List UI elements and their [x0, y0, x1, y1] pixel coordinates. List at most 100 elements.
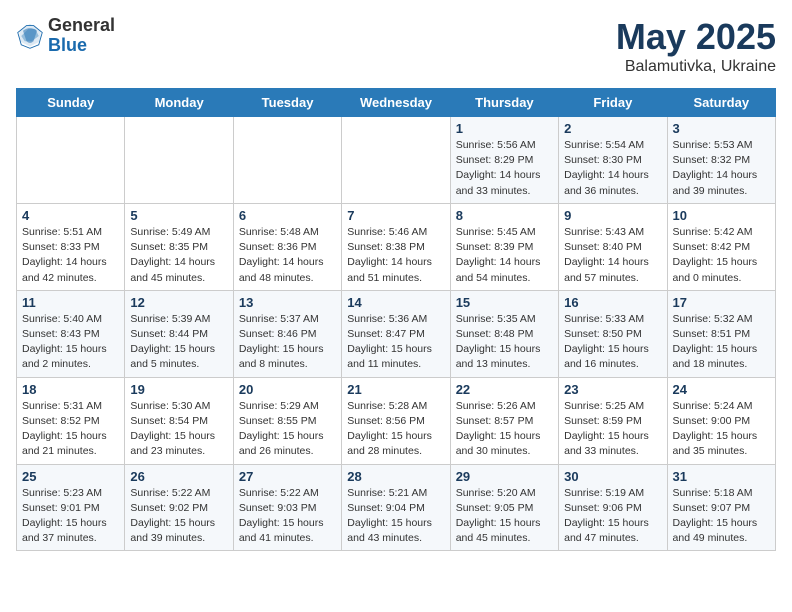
day-number: 10 — [673, 208, 770, 223]
cell-info: Sunrise: 5:23 AM Sunset: 9:01 PM Dayligh… — [22, 486, 119, 547]
day-number: 23 — [564, 382, 661, 397]
calendar-cell: 20 Sunrise: 5:29 AM Sunset: 8:55 PM Dayli… — [233, 377, 341, 464]
day-header-thursday: Thursday — [450, 89, 558, 117]
calendar-cell: 3Sunrise: 5:53 AM Sunset: 8:32 PM Daylig… — [667, 117, 775, 204]
cell-info: Sunrise: 5:20 AM Sunset: 9:05 PM Dayligh… — [456, 486, 553, 547]
month-year-title: May 2025 — [616, 16, 776, 58]
day-number: 21 — [347, 382, 444, 397]
calendar-cell: 24Sunrise: 5:24 AM Sunset: 9:00 PM Dayli… — [667, 377, 775, 464]
calendar-cell: 4 Sunrise: 5:51 AM Sunset: 8:33 PM Daylig… — [17, 203, 125, 290]
calendar-cell: 6 Sunrise: 5:48 AM Sunset: 8:36 PM Daylig… — [233, 203, 341, 290]
header-row: SundayMondayTuesdayWednesdayThursdayFrid… — [17, 89, 776, 117]
calendar-header: SundayMondayTuesdayWednesdayThursdayFrid… — [17, 89, 776, 117]
week-row-4: 18 Sunrise: 5:31 AM Sunset: 8:52 PM Dayli… — [17, 377, 776, 464]
week-row-1: 1Sunrise: 5:56 AM Sunset: 8:29 PM Daylig… — [17, 117, 776, 204]
cell-info: Sunrise: 5:31 AM Sunset: 8:52 PM Dayligh… — [22, 399, 119, 460]
day-header-friday: Friday — [559, 89, 667, 117]
day-number: 5 — [130, 208, 227, 223]
cell-info: Sunrise: 5:56 AM Sunset: 8:29 PM Dayligh… — [456, 138, 553, 199]
day-number: 18 — [22, 382, 119, 397]
page-header: General Blue May 2025 Balamutivka, Ukrai… — [16, 16, 776, 76]
cell-info: Sunrise: 5:37 AM Sunset: 8:46 PM Dayligh… — [239, 312, 336, 373]
calendar-cell: 17 Sunrise: 5:32 AM Sunset: 8:51 PM Dayli… — [667, 290, 775, 377]
cell-info: Sunrise: 5:45 AM Sunset: 8:39 PM Dayligh… — [456, 225, 553, 286]
calendar-cell — [17, 117, 125, 204]
cell-info: Sunrise: 5:48 AM Sunset: 8:36 PM Dayligh… — [239, 225, 336, 286]
title-block: May 2025 Balamutivka, Ukraine — [616, 16, 776, 76]
day-header-monday: Monday — [125, 89, 233, 117]
day-number: 2 — [564, 121, 661, 136]
cell-info: Sunrise: 5:49 AM Sunset: 8:35 PM Dayligh… — [130, 225, 227, 286]
day-number: 4 — [22, 208, 119, 223]
cell-info: Sunrise: 5:22 AM Sunset: 9:03 PM Dayligh… — [239, 486, 336, 547]
logo-icon — [16, 22, 44, 50]
cell-info: Sunrise: 5:36 AM Sunset: 8:47 PM Dayligh… — [347, 312, 444, 373]
cell-info: Sunrise: 5:33 AM Sunset: 8:50 PM Dayligh… — [564, 312, 661, 373]
day-header-wednesday: Wednesday — [342, 89, 450, 117]
calendar-cell: 22 Sunrise: 5:26 AM Sunset: 8:57 PM Dayli… — [450, 377, 558, 464]
calendar-cell — [342, 117, 450, 204]
calendar-cell: 30Sunrise: 5:19 AM Sunset: 9:06 PM Dayli… — [559, 464, 667, 551]
day-number: 29 — [456, 469, 553, 484]
day-number: 15 — [456, 295, 553, 310]
cell-info: Sunrise: 5:25 AM Sunset: 8:59 PM Dayligh… — [564, 399, 661, 460]
day-number: 16 — [564, 295, 661, 310]
day-header-saturday: Saturday — [667, 89, 775, 117]
day-number: 8 — [456, 208, 553, 223]
cell-info: Sunrise: 5:18 AM Sunset: 9:07 PM Dayligh… — [673, 486, 770, 547]
calendar-table: SundayMondayTuesdayWednesdayThursdayFrid… — [16, 88, 776, 551]
cell-info: Sunrise: 5:53 AM Sunset: 8:32 PM Dayligh… — [673, 138, 770, 199]
cell-info: Sunrise: 5:29 AM Sunset: 8:55 PM Dayligh… — [239, 399, 336, 460]
day-number: 25 — [22, 469, 119, 484]
cell-info: Sunrise: 5:42 AM Sunset: 8:42 PM Dayligh… — [673, 225, 770, 286]
cell-info: Sunrise: 5:39 AM Sunset: 8:44 PM Dayligh… — [130, 312, 227, 373]
calendar-cell: 28 Sunrise: 5:21 AM Sunset: 9:04 PM Dayli… — [342, 464, 450, 551]
day-number: 6 — [239, 208, 336, 223]
day-number: 20 — [239, 382, 336, 397]
week-row-3: 11Sunrise: 5:40 AM Sunset: 8:43 PM Dayli… — [17, 290, 776, 377]
calendar-cell — [233, 117, 341, 204]
day-number: 28 — [347, 469, 444, 484]
calendar-cell: 2 Sunrise: 5:54 AM Sunset: 8:30 PM Daylig… — [559, 117, 667, 204]
day-header-tuesday: Tuesday — [233, 89, 341, 117]
day-number: 7 — [347, 208, 444, 223]
calendar-cell: 29 Sunrise: 5:20 AM Sunset: 9:05 PM Dayli… — [450, 464, 558, 551]
logo: General Blue — [16, 16, 115, 56]
day-number: 31 — [673, 469, 770, 484]
cell-info: Sunrise: 5:26 AM Sunset: 8:57 PM Dayligh… — [456, 399, 553, 460]
calendar-cell: 15Sunrise: 5:35 AM Sunset: 8:48 PM Dayli… — [450, 290, 558, 377]
calendar-cell: 27Sunrise: 5:22 AM Sunset: 9:03 PM Dayli… — [233, 464, 341, 551]
day-number: 22 — [456, 382, 553, 397]
cell-info: Sunrise: 5:30 AM Sunset: 8:54 PM Dayligh… — [130, 399, 227, 460]
day-number: 14 — [347, 295, 444, 310]
calendar-cell: 10 Sunrise: 5:42 AM Sunset: 8:42 PM Dayli… — [667, 203, 775, 290]
cell-info: Sunrise: 5:51 AM Sunset: 8:33 PM Dayligh… — [22, 225, 119, 286]
day-number: 12 — [130, 295, 227, 310]
calendar-cell: 12 Sunrise: 5:39 AM Sunset: 8:44 PM Dayli… — [125, 290, 233, 377]
cell-info: Sunrise: 5:54 AM Sunset: 8:30 PM Dayligh… — [564, 138, 661, 199]
location-subtitle: Balamutivka, Ukraine — [616, 58, 776, 76]
week-row-2: 4 Sunrise: 5:51 AM Sunset: 8:33 PM Daylig… — [17, 203, 776, 290]
day-number: 9 — [564, 208, 661, 223]
calendar-cell: 7Sunrise: 5:46 AM Sunset: 8:38 PM Daylig… — [342, 203, 450, 290]
calendar-cell: 19 Sunrise: 5:30 AM Sunset: 8:54 PM Dayli… — [125, 377, 233, 464]
calendar-cell: 1Sunrise: 5:56 AM Sunset: 8:29 PM Daylig… — [450, 117, 558, 204]
calendar-body: 1Sunrise: 5:56 AM Sunset: 8:29 PM Daylig… — [17, 117, 776, 551]
logo-blue-text: Blue — [48, 36, 115, 56]
cell-info: Sunrise: 5:24 AM Sunset: 9:00 PM Dayligh… — [673, 399, 770, 460]
cell-info: Sunrise: 5:28 AM Sunset: 8:56 PM Dayligh… — [347, 399, 444, 460]
cell-info: Sunrise: 5:22 AM Sunset: 9:02 PM Dayligh… — [130, 486, 227, 547]
calendar-cell: 11Sunrise: 5:40 AM Sunset: 8:43 PM Dayli… — [17, 290, 125, 377]
day-number: 19 — [130, 382, 227, 397]
calendar-cell: 21 Sunrise: 5:28 AM Sunset: 8:56 PM Dayli… — [342, 377, 450, 464]
day-number: 26 — [130, 469, 227, 484]
cell-info: Sunrise: 5:32 AM Sunset: 8:51 PM Dayligh… — [673, 312, 770, 373]
day-number: 17 — [673, 295, 770, 310]
cell-info: Sunrise: 5:21 AM Sunset: 9:04 PM Dayligh… — [347, 486, 444, 547]
calendar-cell: 26 Sunrise: 5:22 AM Sunset: 9:02 PM Dayli… — [125, 464, 233, 551]
logo-general-text: General — [48, 16, 115, 36]
week-row-5: 25 Sunrise: 5:23 AM Sunset: 9:01 PM Dayli… — [17, 464, 776, 551]
calendar-cell: 9Sunrise: 5:43 AM Sunset: 8:40 PM Daylig… — [559, 203, 667, 290]
day-number: 30 — [564, 469, 661, 484]
calendar-cell: 16 Sunrise: 5:33 AM Sunset: 8:50 PM Dayli… — [559, 290, 667, 377]
